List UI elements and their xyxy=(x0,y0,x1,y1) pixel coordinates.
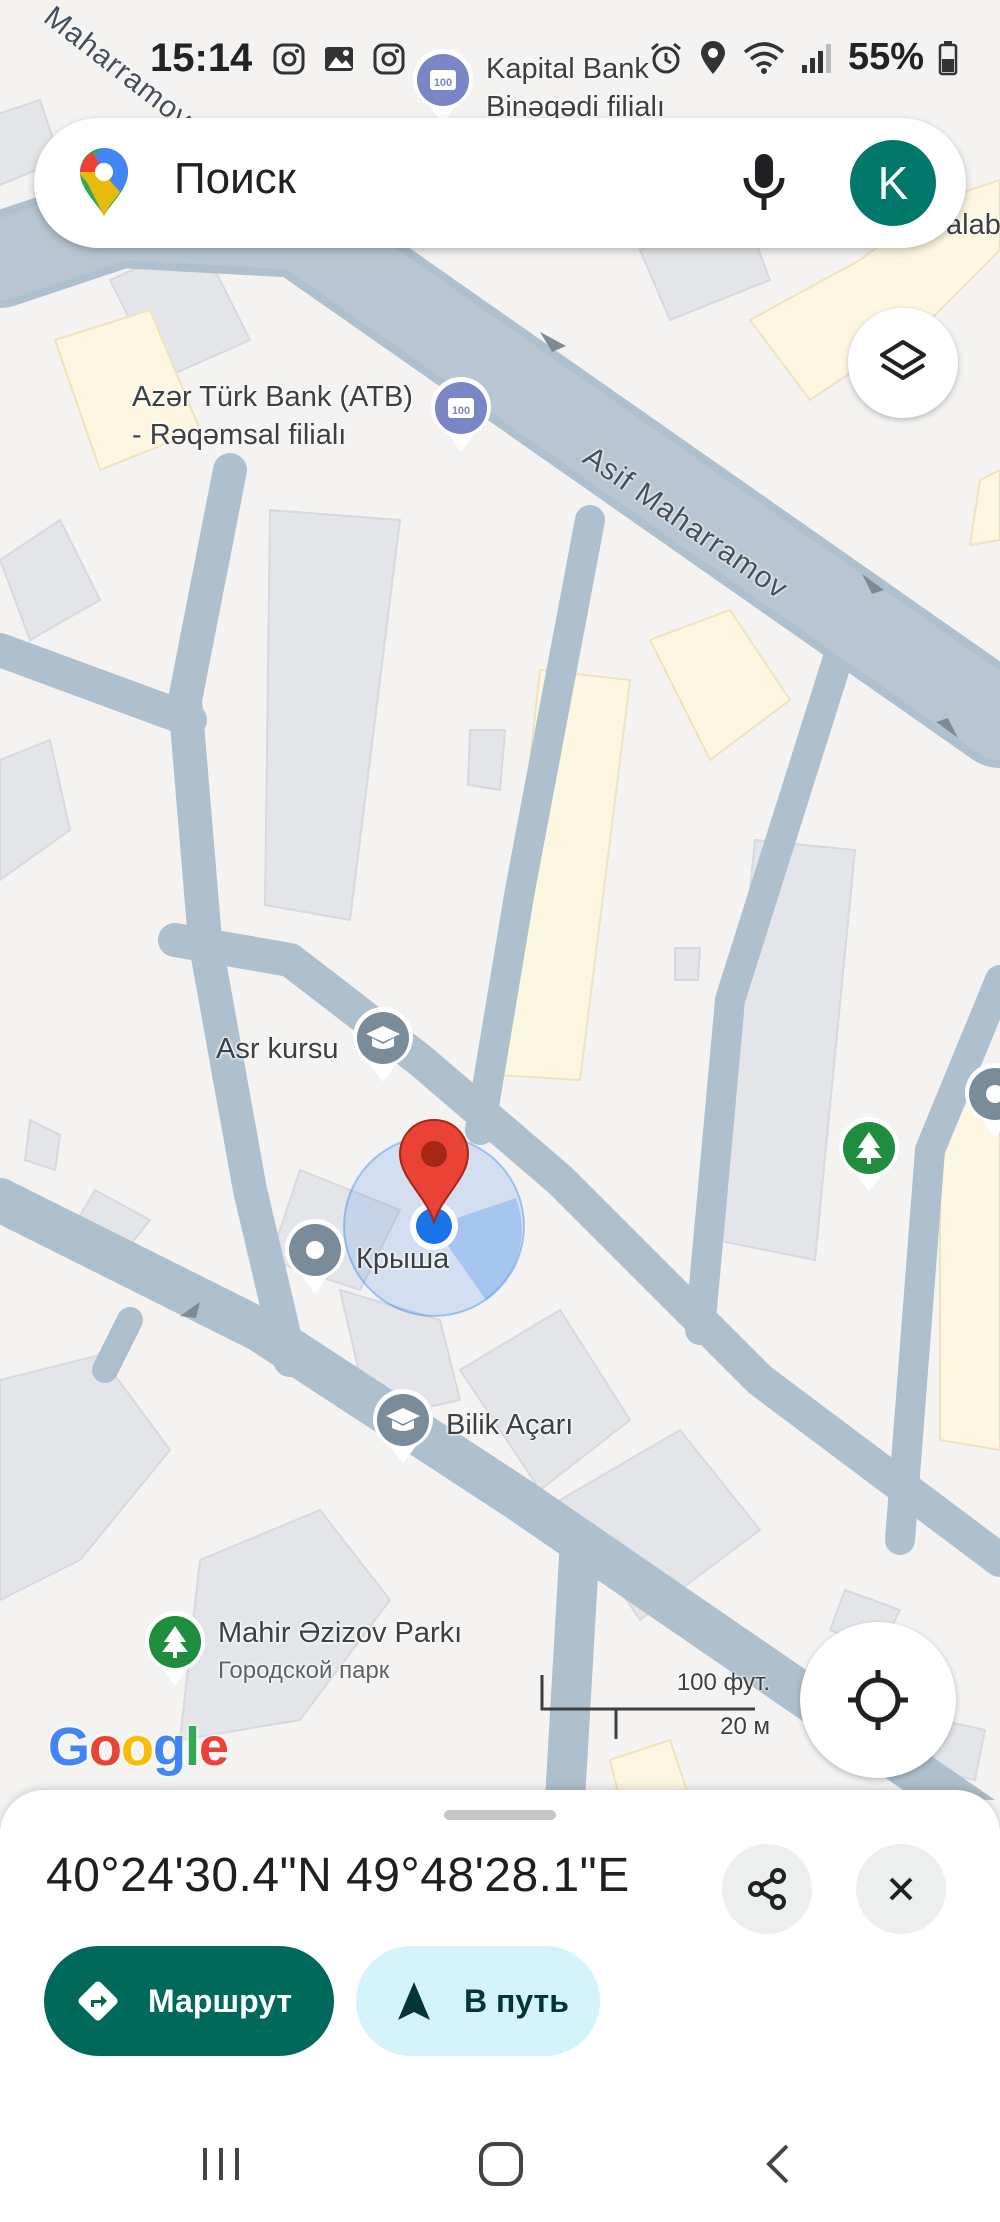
logo-letter: o xyxy=(89,1717,122,1777)
coordinates-text: 40°24'30.4"N 49°48'28.1"E xyxy=(46,1849,630,1902)
park-pin-icon[interactable] xyxy=(836,1116,902,1199)
logo-letter: G xyxy=(48,1717,90,1777)
park-pin-icon[interactable] xyxy=(142,1610,208,1693)
school-pin-icon[interactable] xyxy=(370,1388,436,1471)
scale-label-meters: 20 м xyxy=(720,1713,770,1740)
place-pin-icon[interactable] xyxy=(282,1218,348,1301)
navigation-arrow-icon xyxy=(398,1982,430,2020)
poi-label-line: Mahir Əzizov Parkı xyxy=(218,1617,463,1649)
scale-label-feet: 100 фут. xyxy=(676,1669,770,1696)
home-button[interactable] xyxy=(466,2134,536,2194)
map-base xyxy=(0,0,1000,1800)
battery-percent: 55% xyxy=(847,36,924,78)
school-pin-icon[interactable] xyxy=(350,1006,416,1089)
poi-label-bilik-acari[interactable]: Bilik Açarı xyxy=(446,1406,573,1444)
poi-label-line: Azər Türk Bank (ATB) xyxy=(132,381,413,413)
recent-apps-button[interactable] xyxy=(186,2134,256,2194)
bank-pin-icon[interactable]: 100 xyxy=(428,376,494,459)
account-avatar[interactable]: K xyxy=(850,140,936,226)
status-bar: 15:14 55% xyxy=(0,0,1000,120)
search-bar[interactable]: Поиск K xyxy=(34,118,966,248)
crosshair-icon xyxy=(848,1670,908,1730)
layers-icon xyxy=(880,340,926,380)
logo-letter: e xyxy=(199,1717,229,1777)
wifi-icon xyxy=(743,41,785,74)
notification-icons xyxy=(272,42,406,76)
instagram-icon xyxy=(273,43,305,75)
poi-label-asr-kursu[interactable]: Asr kursu xyxy=(216,1030,338,1068)
location-icon xyxy=(700,40,725,74)
close-icon xyxy=(889,1877,913,1901)
directions-label: Маршрут xyxy=(148,1982,293,2019)
share-button[interactable] xyxy=(722,1844,812,1934)
gallery-icon xyxy=(325,47,353,71)
recent-apps-icon xyxy=(203,2148,239,2180)
layers-button[interactable] xyxy=(848,308,958,418)
logo-letter: l xyxy=(185,1717,200,1777)
system-navigation-bar xyxy=(0,2110,1000,2222)
back-button[interactable] xyxy=(742,2134,812,2194)
poi-label-line: - Rəqəmsal filialı xyxy=(132,419,347,451)
place-pin-icon[interactable] xyxy=(962,1062,1000,1145)
back-icon xyxy=(766,2144,789,2184)
google-maps-logo-icon xyxy=(76,146,132,223)
poi-label-azer-turk-bank[interactable]: Azər Türk Bank (ATB) - Rəqəmsal filialı xyxy=(132,378,413,454)
logo-letter: o xyxy=(121,1717,154,1777)
directions-icon xyxy=(78,1981,118,2021)
dropped-pin-icon[interactable] xyxy=(396,1116,472,1231)
directions-button[interactable]: Маршрут xyxy=(44,1946,334,2056)
map-scale: 100 фут. 20 м xyxy=(540,1665,770,1745)
close-button[interactable] xyxy=(856,1844,946,1934)
svg-text:100: 100 xyxy=(452,405,470,417)
alarm-icon xyxy=(650,42,681,73)
poi-label-subtitle: Городской парк xyxy=(218,1657,390,1684)
poi-label-park[interactable]: Mahir Əzizov Parkı Городской парк xyxy=(218,1614,462,1690)
start-navigation-button[interactable]: В путь xyxy=(356,1946,600,2056)
map-view[interactable]: 100 100 Kapital Bank Binəqədi filialı Az… xyxy=(0,0,1000,1800)
start-navigation-label: В путь xyxy=(464,1982,569,2019)
home-icon xyxy=(479,2142,523,2186)
instagram-icon xyxy=(373,43,405,75)
share-icon xyxy=(748,1868,786,1910)
my-location-button[interactable] xyxy=(800,1622,956,1778)
signal-icon xyxy=(801,43,831,73)
microphone-icon[interactable] xyxy=(734,148,794,218)
status-time: 15:14 xyxy=(150,36,253,80)
battery-icon xyxy=(938,40,958,75)
search-input[interactable]: Поиск xyxy=(174,154,296,204)
google-logo: Google xyxy=(48,1716,229,1778)
logo-letter: g xyxy=(153,1717,186,1777)
status-indicators: 55% xyxy=(648,36,958,79)
sheet-drag-handle[interactable] xyxy=(444,1810,556,1820)
